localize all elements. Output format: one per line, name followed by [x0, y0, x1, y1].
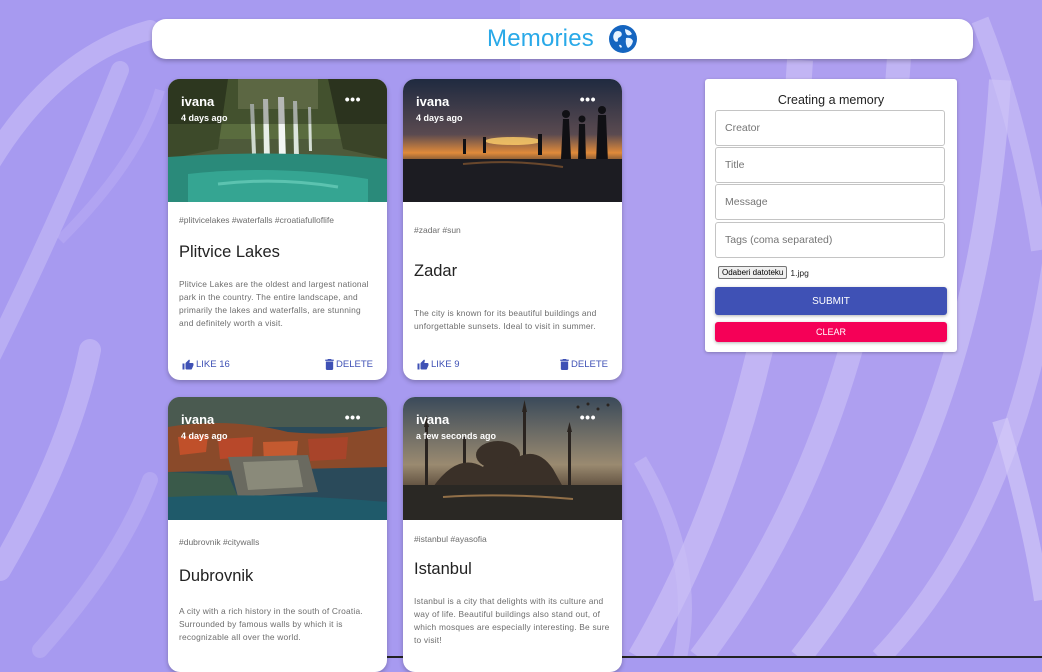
delete-label: DELETE [336, 359, 373, 370]
post-title: Istanbul [414, 560, 472, 578]
post-title: Zadar [414, 262, 458, 280]
post-time: 4 days ago [181, 113, 228, 123]
post-tags: #plitvicelakes #waterfalls #croatiafullo… [179, 215, 334, 225]
post-message: The city is known for its beautiful buil… [414, 308, 597, 331]
creator-placeholder: Creator [725, 122, 761, 134]
choose-file-button[interactable]: Odaberi datoteku [718, 266, 788, 279]
post-card-zadar: ivana 4 days ago ••• #zadar #sun Zadar T… [403, 79, 622, 380]
trash-icon [325, 359, 334, 370]
app-bar: Memories [152, 19, 973, 59]
post-time: a few seconds ago [416, 431, 497, 441]
file-name: 1.jpg [790, 267, 809, 278]
title-placeholder: Title [725, 159, 745, 171]
thumb-up-icon [182, 359, 194, 370]
post-author: ivana [181, 412, 215, 427]
like-button[interactable]: LIKE 16 [182, 359, 230, 370]
post-time: 4 days ago [181, 431, 228, 441]
message-placeholder: Message [725, 196, 768, 208]
delete-label: DELETE [571, 359, 608, 370]
tags-field[interactable]: Tags (coma separated) [715, 222, 945, 258]
more-options-icon[interactable]: ••• [345, 409, 361, 425]
post-author: ivana [181, 94, 215, 109]
post-message: A city with a rich history in the south … [179, 606, 363, 642]
like-label: LIKE 9 [431, 359, 460, 370]
post-tags: #zadar #sun [414, 225, 461, 235]
more-options-icon[interactable]: ••• [580, 409, 596, 425]
post-author: ivana [416, 94, 450, 109]
file-input: Odaberi datoteku 1.jpg [718, 266, 809, 279]
tags-placeholder: Tags (coma separated) [725, 234, 833, 246]
post-author: ivana [416, 412, 450, 427]
post-image: ivana 4 days ago ••• [168, 397, 387, 520]
creator-field[interactable]: Creator [715, 110, 945, 146]
app-title: Memories [487, 25, 594, 52]
clear-button[interactable]: CLEAR [715, 322, 947, 342]
post-image: ivana a few seconds ago ••• [403, 397, 622, 520]
more-options-icon[interactable]: ••• [345, 91, 361, 107]
post-time: 4 days ago [416, 113, 463, 123]
delete-button[interactable]: DELETE [560, 359, 608, 370]
post-card-plitvice: ivana 4 days ago ••• #plitvicelakes #wat… [168, 79, 387, 380]
submit-button[interactable]: SUBMIT [715, 287, 947, 315]
message-field[interactable]: Message [715, 184, 945, 220]
form-title: Creating a memory [777, 93, 885, 107]
create-memory-form: Creating a memory Creator Title Message … [705, 79, 957, 352]
trash-icon [560, 359, 569, 370]
thumb-up-icon [417, 359, 429, 370]
delete-button[interactable]: DELETE [325, 359, 373, 370]
post-card-istanbul: ivana a few seconds ago ••• #istanbul #a… [403, 397, 622, 672]
post-tags: #istanbul #ayasofia [414, 534, 487, 544]
like-label: LIKE 16 [196, 359, 230, 370]
post-message: Istanbul is a city that delights with it… [414, 596, 610, 645]
post-card-dubrovnik: ivana 4 days ago ••• #dubrovnik #citywal… [168, 397, 387, 672]
title-field[interactable]: Title [715, 147, 945, 183]
post-image: ivana 4 days ago ••• [168, 79, 387, 202]
post-title: Dubrovnik [179, 567, 254, 585]
more-options-icon[interactable]: ••• [580, 91, 596, 107]
globe-icon [608, 25, 637, 53]
post-image: ivana 4 days ago ••• [403, 79, 622, 202]
post-tags: #dubrovnik #citywalls [179, 537, 260, 547]
like-button[interactable]: LIKE 9 [417, 359, 460, 370]
post-title: Plitvice Lakes [179, 243, 280, 261]
post-message: Plitvice Lakes are the oldest and larges… [179, 279, 369, 328]
